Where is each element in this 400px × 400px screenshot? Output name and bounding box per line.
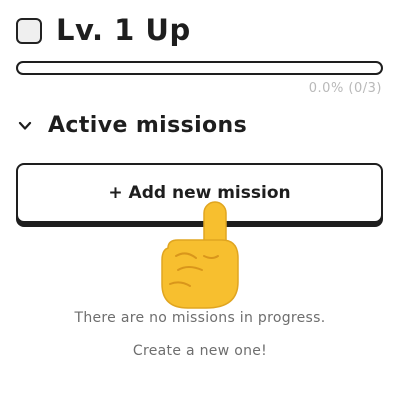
level-title: Lv. 1 Up — [56, 13, 191, 47]
empty-state-hint: Create a new one! — [132, 343, 268, 359]
progress-label: 0.0% (0/3) — [308, 81, 382, 96]
section-title: Active missions — [48, 113, 248, 138]
pointing-hand-icon — [161, 201, 239, 309]
mission-screen: Lv. 1 Up 0.0% (0/3) Active missions + Ad… — [0, 0, 400, 400]
chevron-down-icon — [18, 121, 32, 130]
level-header: Lv. 1 Up — [16, 16, 191, 45]
level-checkbox[interactable] — [16, 17, 42, 44]
empty-state-message: There are no missions in progress. — [74, 310, 326, 326]
active-missions-toggle[interactable]: Active missions — [18, 113, 247, 138]
level-progress-bar — [16, 61, 383, 75]
